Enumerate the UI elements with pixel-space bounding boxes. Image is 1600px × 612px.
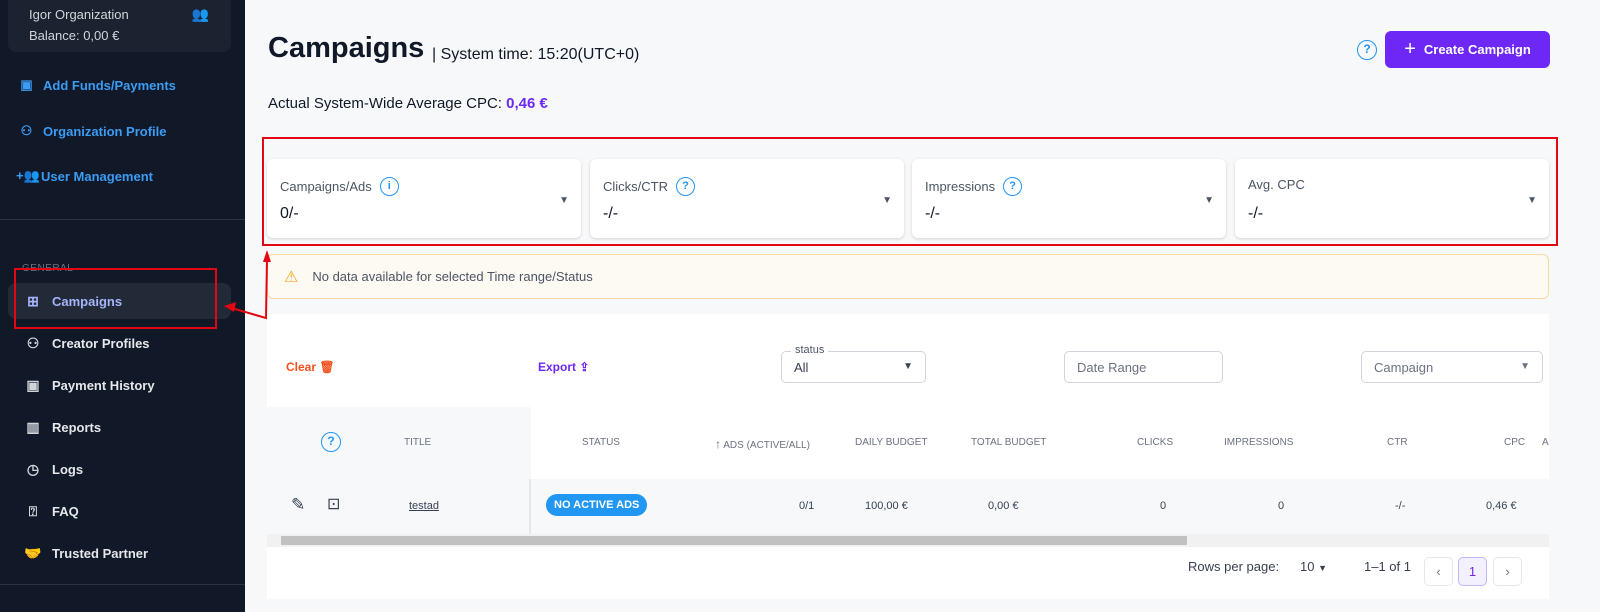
annotation-arrow [224,250,271,320]
